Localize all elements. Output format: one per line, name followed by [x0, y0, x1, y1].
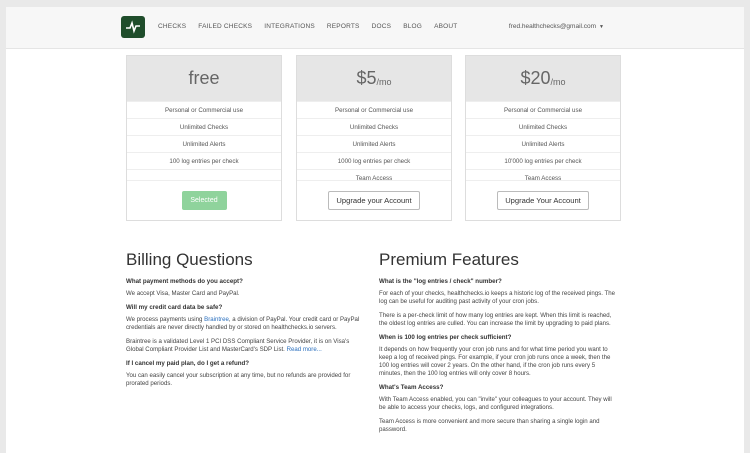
healthchecks-logo-icon[interactable]: [121, 16, 145, 38]
premium-features: Premium Features What is the "log entrie…: [379, 250, 619, 440]
faq-answer: You can easily cancel your subscription …: [126, 372, 351, 387]
plan-feature: Unlimited Checks: [466, 118, 620, 135]
pricing-plans: free Personal or Commercial use Unlimite…: [126, 55, 622, 223]
plan-free: free Personal or Commercial use Unlimite…: [126, 55, 282, 221]
plan-footer: Upgrade your Account: [297, 180, 451, 220]
faq-answer: It depends on how frequently your cron j…: [379, 346, 611, 377]
nav-checks[interactable]: CHECKS: [158, 23, 186, 30]
nav-docs[interactable]: DOCS: [372, 23, 392, 30]
plan-feature: Unlimited Alerts: [466, 135, 620, 152]
faq-answer: Braintree is a validated Level 1 PCI DSS…: [126, 338, 366, 354]
plan-price: $20/mo: [466, 56, 620, 101]
plan-price-value: $5: [356, 68, 377, 88]
nav-about[interactable]: ABOUT: [434, 23, 457, 30]
user-email: fred.healthchecks@gmail.com: [508, 23, 597, 30]
main-nav: CHECKS FAILED CHECKS INTEGRATIONS REPORT…: [158, 23, 469, 30]
faq-answer: Team Access is more convenient and more …: [379, 418, 600, 433]
plan-price-suffix: /mo: [376, 76, 392, 87]
plan-feature: Unlimited Checks: [297, 118, 451, 135]
user-menu[interactable]: fred.healthchecks@gmail.com ▼: [509, 23, 604, 30]
section-title: Premium Features: [379, 250, 519, 269]
plan-5: $5/mo Personal or Commercial use Unlimit…: [296, 55, 452, 221]
plan-20: $20/mo Personal or Commercial use Unlimi…: [465, 55, 621, 221]
page: CHECKS FAILED CHECKS INTEGRATIONS REPORT…: [6, 7, 744, 453]
faq-answer: For each of your checks, healthchecks.io…: [379, 290, 615, 305]
upgrade-button[interactable]: Upgrade Your Account: [497, 191, 589, 210]
selected-button[interactable]: Selected: [181, 191, 227, 210]
billing-questions: Billing Questions What payment methods d…: [126, 250, 366, 394]
top-navbar: CHECKS FAILED CHECKS INTEGRATIONS REPORT…: [6, 7, 744, 49]
faq-question: What is the "log entries / check" number…: [379, 278, 502, 285]
faq-answer: There is a per-check limit of how many l…: [379, 312, 612, 327]
braintree-link[interactable]: Braintree: [204, 316, 229, 323]
plan-price-suffix: /mo: [550, 76, 566, 87]
faq-question: What payment methods do you accept?: [126, 278, 243, 285]
faq-answer: We process payments using Braintree, a d…: [126, 316, 366, 332]
plan-footer: Upgrade Your Account: [466, 180, 620, 220]
faq-question: What's Team Access?: [379, 384, 444, 391]
section-title: Billing Questions: [126, 250, 253, 269]
plan-feature: 100 log entries per check: [127, 152, 281, 169]
plan-feature: Unlimited Checks: [127, 118, 281, 135]
faq-question: When is 100 log entries per check suffic…: [379, 334, 512, 341]
faq-question: If I cancel my paid plan, do I get a ref…: [126, 360, 250, 367]
plan-price-value: $20: [520, 68, 551, 88]
answer-text: We process payments using: [126, 316, 205, 323]
nav-integrations[interactable]: INTEGRATIONS: [264, 23, 315, 30]
faq-question: Will my credit card data be safe?: [126, 304, 223, 311]
plan-feature: 10'000 log entries per check: [466, 152, 620, 169]
plan-footer: Selected: [127, 180, 281, 220]
nav-reports[interactable]: REPORTS: [327, 23, 360, 30]
plan-price: free: [127, 56, 281, 101]
nav-failed-checks[interactable]: FAILED CHECKS: [198, 23, 252, 30]
plan-feature: Unlimited Alerts: [297, 135, 451, 152]
plan-feature: Unlimited Alerts: [127, 135, 281, 152]
read-more-link[interactable]: Read more...: [287, 346, 322, 353]
upgrade-button[interactable]: Upgrade your Account: [328, 191, 420, 210]
plan-feature: Personal or Commercial use: [127, 101, 281, 118]
plan-feature: Personal or Commercial use: [297, 101, 451, 118]
faq-answer: With Team Access enabled, you can "invit…: [379, 396, 612, 411]
faq-answer: We accept Visa, Master Card and PayPal.: [126, 290, 240, 297]
caret-down-icon: ▼: [599, 24, 604, 30]
pulse-icon: [126, 20, 140, 34]
plan-feature: 1000 log entries per check: [297, 152, 451, 169]
plan-feature: Personal or Commercial use: [466, 101, 620, 118]
plan-price-value: free: [188, 68, 220, 88]
nav-blog[interactable]: BLOG: [403, 23, 422, 30]
plan-price: $5/mo: [297, 56, 451, 101]
